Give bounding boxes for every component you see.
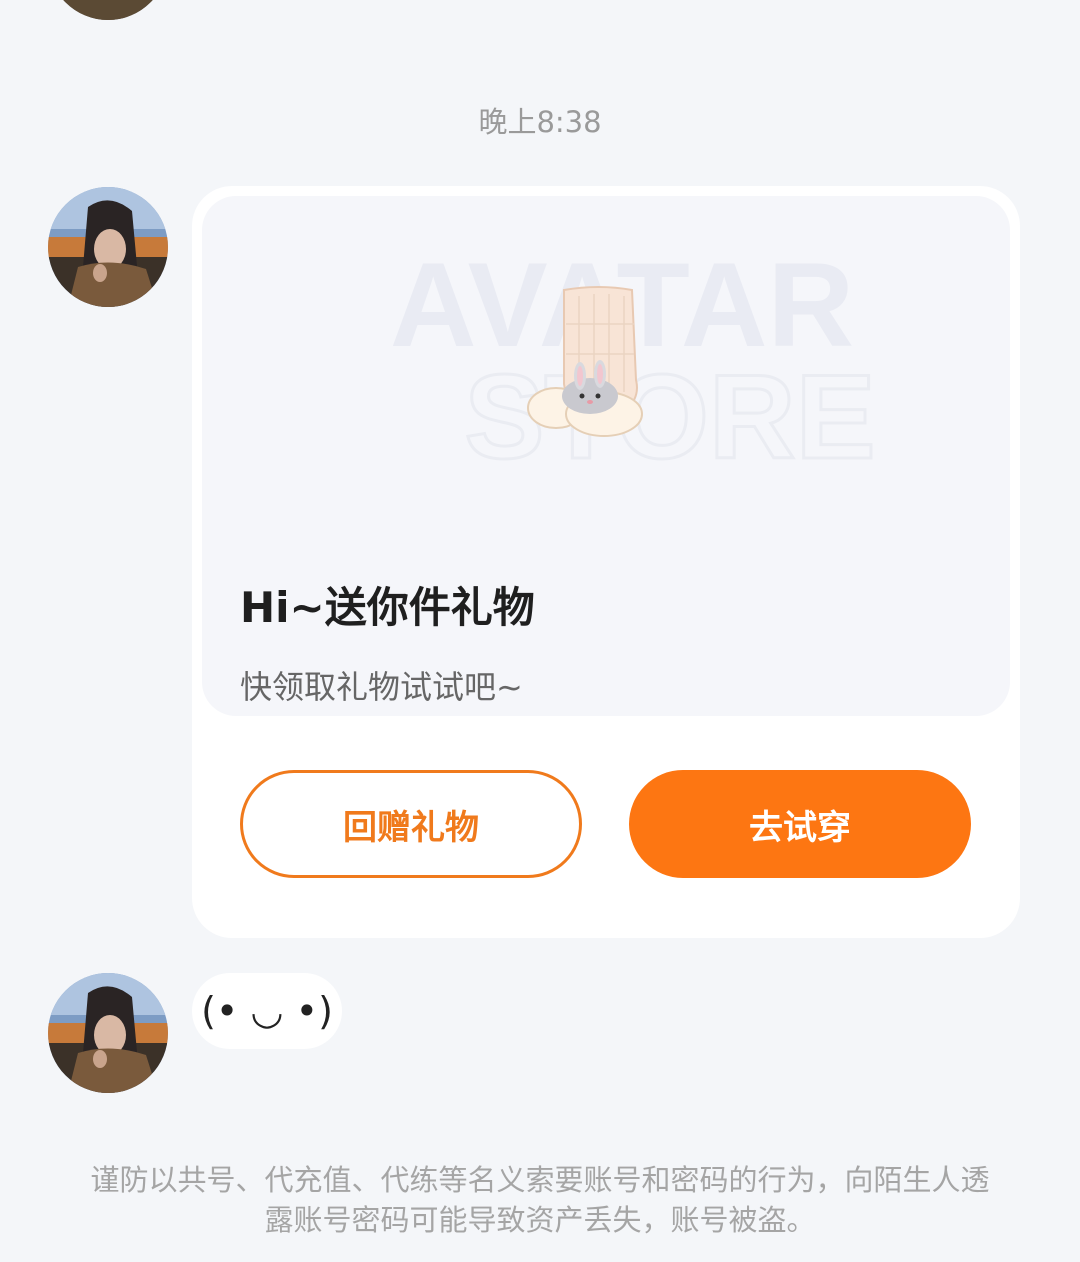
bunny-sock-image [527,286,643,437]
avatar-photo [48,973,168,1093]
avatar-photo [48,0,168,20]
emoji-message-text: (• ◡ •) [201,989,333,1033]
security-notice: 谨防以共号、代充值、代练等名义索要账号和密码的行为，向陌生人透露账号密码可能导致… [90,1163,990,1237]
message-timestamp: 晚上8:38 [478,105,602,139]
gift-banner: AVATAR STORE [202,196,1010,716]
avatar-store-watermark: AVATAR STORE [390,238,877,486]
gift-subtitle: 快领取礼物试试吧~ [240,668,523,706]
avatar-photo [48,187,168,307]
sender-avatar[interactable] [48,0,168,20]
sender-avatar[interactable] [48,187,168,307]
emoji-message-bubble[interactable]: (• ◡ •) [192,973,342,1049]
gift-title: Hi~送你件礼物 [240,583,535,632]
sender-avatar[interactable] [48,973,168,1093]
try-on-button[interactable]: 去试穿 [629,770,971,878]
return-gift-button[interactable]: 回赠礼物 [240,770,582,878]
gift-message-card[interactable]: AVATAR STORE Hi~送你件礼物 快领取礼 [192,186,1020,938]
